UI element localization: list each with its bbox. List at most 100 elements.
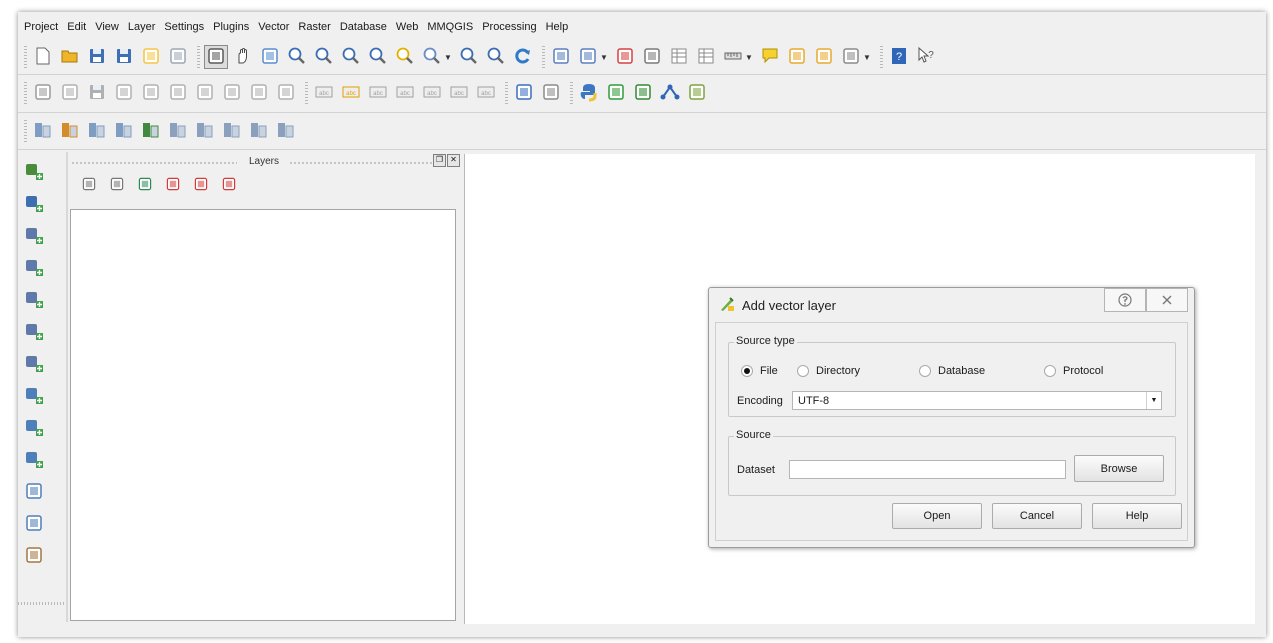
geocoder-button[interactable] — [685, 81, 709, 105]
radio-indicator[interactable] — [919, 365, 931, 377]
raster-stretch2-button[interactable] — [166, 119, 190, 143]
raster-calc2-button[interactable] — [58, 119, 82, 143]
plugin-network-button[interactable] — [658, 81, 682, 105]
menu-item-vector[interactable]: Vector — [258, 18, 289, 36]
expand-all-button[interactable] — [162, 174, 184, 196]
radio-indicator[interactable] — [797, 365, 809, 377]
pin-labels-button[interactable]: abc — [366, 81, 390, 105]
dataset-input[interactable] — [789, 460, 1066, 479]
radio-database[interactable]: Database — [919, 365, 985, 377]
zoom-full-button[interactable] — [366, 45, 390, 69]
add-spatialite-layer-button[interactable] — [22, 256, 46, 280]
menu-item-mmqgis[interactable]: MMQGIS — [427, 18, 473, 36]
zoom-last-button[interactable] — [457, 45, 481, 69]
csw-button[interactable] — [539, 81, 563, 105]
add-wms-layer-button[interactable] — [22, 384, 46, 408]
menu-item-web[interactable]: Web — [396, 18, 418, 36]
menu-item-plugins[interactable]: Plugins — [213, 18, 249, 36]
remove-layer-button[interactable] — [218, 174, 240, 196]
raster-stretch4-button[interactable] — [220, 119, 244, 143]
select-button[interactable] — [576, 45, 600, 69]
pan-hand-button[interactable] — [231, 45, 255, 69]
menu-item-edit[interactable]: Edit — [67, 18, 86, 36]
help-book-button[interactable]: ? — [887, 45, 911, 69]
current-edits-button[interactable] — [31, 81, 55, 105]
paste-features-button[interactable] — [274, 81, 298, 105]
raster-calc3-button[interactable] — [85, 119, 109, 143]
toolbar-grip[interactable] — [570, 82, 573, 104]
toolbar-grip[interactable] — [24, 82, 27, 104]
toolbar-grip[interactable] — [24, 46, 27, 68]
toolbar-grip[interactable] — [305, 82, 308, 104]
zoom-actual-button[interactable] — [339, 45, 363, 69]
open-project-button[interactable] — [58, 45, 82, 69]
toolbar-grip[interactable] — [505, 82, 508, 104]
python-console-button[interactable] — [577, 81, 601, 105]
pan-to-selection-button[interactable] — [204, 45, 228, 69]
text-annotation-button[interactable] — [839, 45, 863, 69]
add-vector-layer-button[interactable] — [22, 160, 46, 184]
add-wfs-layer-button[interactable] — [22, 448, 46, 472]
menu-item-project[interactable]: Project — [24, 18, 58, 36]
menu-item-processing[interactable]: Processing — [482, 18, 536, 36]
node-tool-button[interactable] — [166, 81, 190, 105]
raster-georef-button[interactable] — [247, 119, 271, 143]
new-print-composer-button[interactable] — [139, 45, 163, 69]
add-postgis-layer-button[interactable] — [22, 224, 46, 248]
virtual-layer-button[interactable] — [22, 544, 46, 568]
toolbar-grip[interactable] — [880, 46, 883, 68]
raster-histogram-button[interactable] — [112, 119, 136, 143]
cancel-button[interactable]: Cancel — [992, 503, 1082, 529]
menu-item-layer[interactable]: Layer — [128, 18, 156, 36]
map-tips-button[interactable] — [758, 45, 782, 69]
add-db2-layer-button[interactable] — [22, 352, 46, 376]
radio-indicator[interactable] — [741, 365, 753, 377]
zoom-out-button[interactable] — [312, 45, 336, 69]
refresh-button[interactable] — [511, 45, 535, 69]
help-button[interactable]: Help — [1092, 503, 1182, 529]
menu-item-view[interactable]: View — [95, 18, 119, 36]
zoom-selection-button[interactable] — [420, 45, 444, 69]
close-panel-button[interactable]: ✕ — [447, 154, 460, 167]
menu-item-help[interactable]: Help — [546, 18, 569, 36]
show-bookmarks-button[interactable] — [812, 45, 836, 69]
layer-style-button[interactable] — [78, 174, 100, 196]
raster-stretch3-button[interactable] — [193, 119, 217, 143]
layer-visibility-button[interactable] — [106, 174, 128, 196]
delete-selected-button[interactable] — [193, 81, 217, 105]
chevron-down-icon[interactable]: ▼ — [863, 53, 871, 62]
filter-legend-button[interactable] — [134, 174, 156, 196]
context-help-button[interactable] — [1104, 288, 1146, 312]
layers-tree[interactable] — [70, 209, 456, 621]
metasearch-button[interactable] — [512, 81, 536, 105]
add-delimited-text-button[interactable] — [22, 480, 46, 504]
zoom-layer-button[interactable] — [393, 45, 417, 69]
toolbar-grip[interactable] — [197, 46, 200, 68]
chevron-down-icon[interactable]: ▼ — [1146, 392, 1161, 409]
measure-button[interactable] — [721, 45, 745, 69]
add-mssql-layer-button[interactable] — [22, 288, 46, 312]
save-edits-button[interactable] — [85, 81, 109, 105]
deselect-button[interactable] — [613, 45, 637, 69]
grass-tools-button[interactable] — [604, 81, 628, 105]
chevron-down-icon[interactable]: ▼ — [745, 53, 753, 62]
save-as-button[interactable] — [112, 45, 136, 69]
encoding-select[interactable]: UTF-8 ▼ — [792, 391, 1162, 410]
whats-this-button[interactable]: ? — [914, 45, 938, 69]
chevron-down-icon[interactable]: ▼ — [600, 53, 608, 62]
chevron-down-icon[interactable]: ▼ — [444, 53, 452, 62]
raster-georef2-button[interactable] — [274, 119, 298, 143]
add-feature-button[interactable] — [112, 81, 136, 105]
radio-indicator[interactable] — [1044, 365, 1056, 377]
add-wcs-layer-button[interactable] — [22, 416, 46, 440]
toolbar-grip[interactable] — [542, 46, 545, 68]
composer-manager-button[interactable] — [166, 45, 190, 69]
menu-item-database[interactable]: Database — [340, 18, 387, 36]
new-shapefile-button[interactable] — [22, 512, 46, 536]
pan-map-button[interactable] — [258, 45, 282, 69]
add-raster-layer-button[interactable] — [22, 192, 46, 216]
raster-calc-button[interactable] — [31, 119, 55, 143]
browse-button[interactable]: Browse — [1074, 455, 1164, 482]
float-panel-button[interactable]: ❐ — [433, 154, 446, 167]
menu-item-settings[interactable]: Settings — [164, 18, 204, 36]
